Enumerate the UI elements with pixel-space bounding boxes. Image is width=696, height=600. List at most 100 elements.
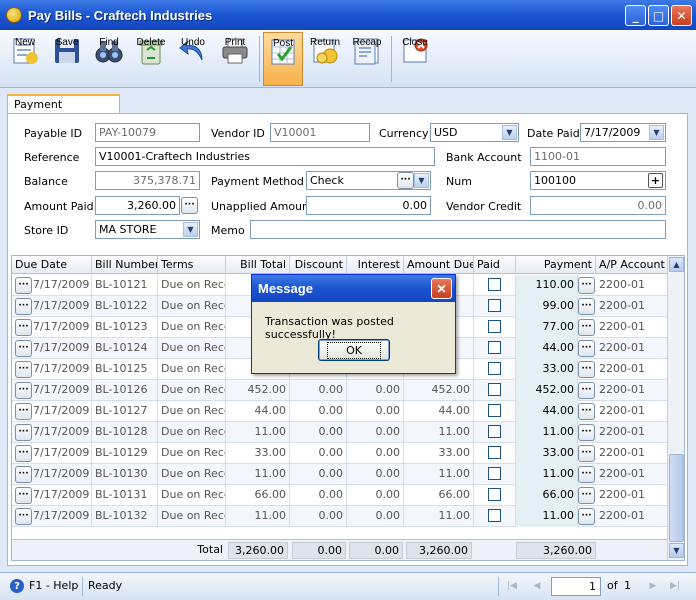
row-payment-lookup-button[interactable]: ··· — [578, 487, 595, 504]
find-button[interactable]: Find — [89, 32, 129, 86]
cell-payment[interactable]: 11.00 — [516, 422, 578, 443]
tab-payment-information[interactable]: Payment Information — [7, 94, 120, 124]
payable-id-field[interactable]: PAY-10079 — [95, 123, 200, 142]
cell-discount[interactable]: 0.00 — [290, 443, 347, 464]
paid-checkbox[interactable] — [488, 446, 501, 459]
cell-payment[interactable]: 44.00 — [516, 401, 578, 422]
paid-checkbox[interactable] — [488, 278, 501, 291]
cell-paid[interactable] — [474, 485, 516, 506]
cell-paid[interactable] — [474, 464, 516, 485]
cell-bill-number[interactable]: BL-10128 — [92, 422, 158, 443]
row-payment-lookup-button[interactable]: ··· — [578, 508, 595, 525]
reference-field[interactable]: V10001-Craftech Industries — [95, 147, 435, 166]
cell-terms[interactable]: Due on Rece — [158, 443, 226, 464]
cell-due-date[interactable]: 7/17/2009 — [30, 275, 92, 296]
cell-bill-number[interactable]: BL-10132 — [92, 506, 158, 527]
row-payment-lookup-button[interactable]: ··· — [578, 382, 595, 399]
cell-ap-account[interactable]: 2200-01 — [596, 275, 668, 296]
col-ap-account[interactable]: A/P Account — [596, 256, 668, 274]
col-bill-total[interactable]: Bill Total — [226, 256, 290, 274]
cell-paid[interactable] — [474, 443, 516, 464]
cell-payment[interactable]: 33.00 — [516, 359, 578, 380]
cell-payment[interactable]: 99.00 — [516, 296, 578, 317]
cell-bill-total[interactable]: 11.00 — [226, 506, 290, 527]
cell-paid[interactable] — [474, 338, 516, 359]
cell-bill-number[interactable]: BL-10131 — [92, 485, 158, 506]
cell-terms[interactable]: Due on Rece — [158, 275, 226, 296]
cell-bill-number[interactable]: BL-10130 — [92, 464, 158, 485]
cell-ap-account[interactable]: 2200-01 — [596, 401, 668, 422]
cell-payment[interactable]: 33.00 — [516, 443, 578, 464]
cell-interest[interactable]: 0.00 — [347, 485, 404, 506]
cell-paid[interactable] — [474, 275, 516, 296]
cell-amount-due[interactable]: 11.00 — [404, 422, 474, 443]
print-button[interactable]: Print — [215, 32, 255, 86]
cell-paid[interactable] — [474, 317, 516, 338]
cell-ap-account[interactable]: 2200-01 — [596, 380, 668, 401]
cell-payment[interactable]: 452.00 — [516, 380, 578, 401]
chevron-down-icon[interactable]: ▼ — [649, 125, 664, 140]
cell-amount-due[interactable]: 11.00 — [404, 506, 474, 527]
cell-terms[interactable]: Due on Rece — [158, 380, 226, 401]
cell-due-date[interactable]: 7/17/2009 — [30, 464, 92, 485]
paid-checkbox[interactable] — [488, 383, 501, 396]
row-payment-lookup-button[interactable]: ··· — [578, 361, 595, 378]
table-row[interactable]: ··· 7/17/2009 BL-10127 Due on Rece 44.00 0.00… — [12, 401, 668, 422]
col-terms[interactable]: Terms — [158, 256, 226, 274]
cell-due-date[interactable]: 7/17/2009 — [30, 422, 92, 443]
add-num-button[interactable]: + — [648, 173, 663, 188]
cell-interest[interactable]: 0.00 — [347, 380, 404, 401]
col-interest[interactable]: Interest — [347, 256, 404, 274]
cell-amount-due[interactable]: 44.00 — [404, 401, 474, 422]
minimize-button[interactable]: _ — [625, 5, 646, 26]
cell-bill-total[interactable]: 33.00 — [226, 443, 290, 464]
cell-paid[interactable] — [474, 401, 516, 422]
amount-paid-field[interactable]: 3,260.00 — [95, 196, 180, 215]
next-page-icon[interactable]: ▶ — [646, 579, 660, 593]
cell-interest[interactable]: 0.00 — [347, 401, 404, 422]
recap-button[interactable]: Recap — [347, 32, 387, 86]
cell-amount-due[interactable]: 452.00 — [404, 380, 474, 401]
cell-ap-account[interactable]: 2200-01 — [596, 359, 668, 380]
cell-terms[interactable]: Due on Rece — [158, 422, 226, 443]
cell-due-date[interactable]: 7/17/2009 — [30, 443, 92, 464]
cell-interest[interactable]: 0.00 — [347, 443, 404, 464]
row-payment-lookup-button[interactable]: ··· — [578, 319, 595, 336]
cell-bill-number[interactable]: BL-10126 — [92, 380, 158, 401]
row-payment-lookup-button[interactable]: ··· — [578, 445, 595, 462]
cell-paid[interactable] — [474, 359, 516, 380]
payment-method-lookup-button[interactable]: ··· — [397, 172, 414, 189]
cell-due-date[interactable]: 7/17/2009 — [30, 338, 92, 359]
col-paid[interactable]: Paid — [474, 256, 516, 274]
last-page-icon[interactable]: ▶| — [668, 579, 682, 593]
cell-due-date[interactable]: 7/17/2009 — [30, 380, 92, 401]
cell-discount[interactable]: 0.00 — [290, 464, 347, 485]
cell-payment[interactable]: 110.00 — [516, 275, 578, 296]
cell-payment[interactable]: 11.00 — [516, 464, 578, 485]
cell-interest[interactable]: 0.00 — [347, 506, 404, 527]
chevron-down-icon[interactable]: ▼ — [502, 125, 517, 140]
table-row[interactable]: ··· 7/17/2009 BL-10129 Due on Rece 33.00 0.00… — [12, 443, 668, 464]
cell-terms[interactable]: Due on Rece — [158, 485, 226, 506]
cell-discount[interactable]: 0.00 — [290, 506, 347, 527]
new-button[interactable]: New — [5, 32, 45, 86]
cell-bill-total[interactable]: 44.00 — [226, 401, 290, 422]
paid-checkbox[interactable] — [488, 488, 501, 501]
cell-ap-account[interactable]: 2200-01 — [596, 296, 668, 317]
cell-paid[interactable] — [474, 380, 516, 401]
cell-ap-account[interactable]: 2200-01 — [596, 464, 668, 485]
cell-due-date[interactable]: 7/17/2009 — [30, 296, 92, 317]
grid-vertical-scrollbar[interactable]: ▲ ▼ — [667, 256, 684, 560]
cell-terms[interactable]: Due on Rece — [158, 401, 226, 422]
col-bill-number[interactable]: Bill Number — [92, 256, 158, 274]
cell-bill-total[interactable]: 66.00 — [226, 485, 290, 506]
cell-bill-number[interactable]: BL-10122 — [92, 296, 158, 317]
scroll-thumb[interactable] — [669, 454, 684, 542]
scroll-down-icon[interactable]: ▼ — [669, 543, 684, 558]
help-icon[interactable]: ? — [10, 579, 24, 593]
paid-checkbox[interactable] — [488, 509, 501, 522]
save-button[interactable]: Save — [47, 32, 87, 86]
cell-ap-account[interactable]: 2200-01 — [596, 485, 668, 506]
cell-due-date[interactable]: 7/17/2009 — [30, 317, 92, 338]
currency-select[interactable]: USD ▼ — [430, 123, 519, 142]
